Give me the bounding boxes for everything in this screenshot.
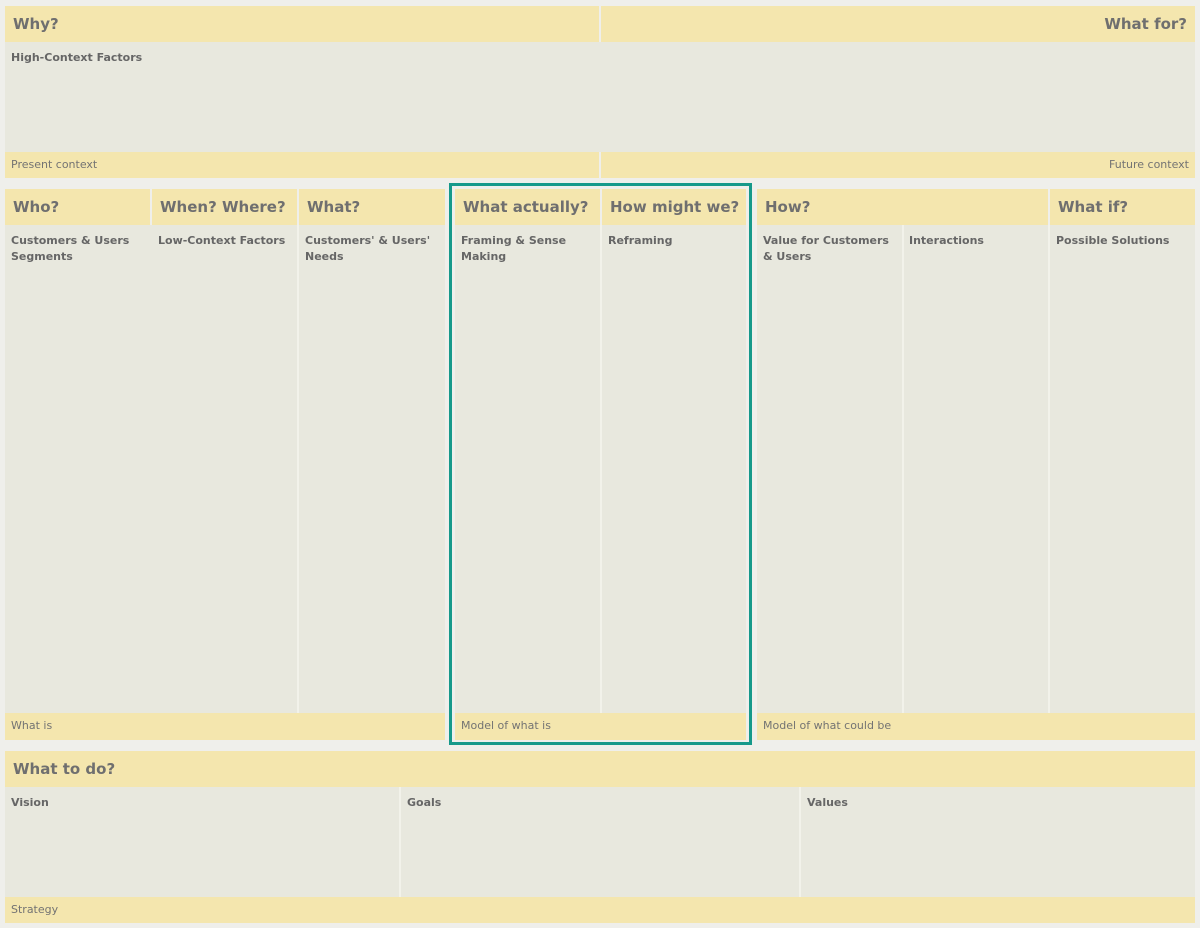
top-footer-left: Present context xyxy=(5,152,599,178)
divider xyxy=(799,787,801,897)
highlight-frame xyxy=(449,183,752,745)
customers-users-segments-label: Customers & Users Segments xyxy=(11,234,130,263)
column-header-what-if: What if? xyxy=(1050,189,1195,225)
goals-label: Goals xyxy=(407,796,442,809)
possible-solutions-label: Possible Solutions xyxy=(1056,234,1170,247)
model-of-what-could-be-footer: Model of what could be xyxy=(757,713,1195,740)
column-header-what: What? xyxy=(299,189,445,225)
what-to-do-title: What to do? xyxy=(13,760,116,778)
what-is-label: What is xyxy=(11,719,53,732)
bottom-header: What to do? xyxy=(5,751,1195,787)
top-footer-right: Future context xyxy=(601,152,1195,178)
divider xyxy=(902,225,904,713)
divider xyxy=(399,787,401,897)
divider xyxy=(297,225,299,713)
values-label: Values xyxy=(807,796,848,809)
high-context-area: High-Context Factors xyxy=(5,42,1195,152)
low-context-factors-label: Low-Context Factors xyxy=(158,234,286,247)
how-title: How? xyxy=(765,198,811,216)
column-header-when-where: When? Where? xyxy=(152,189,297,225)
column-header-how: How? xyxy=(757,189,1048,225)
high-context-label: High-Context Factors xyxy=(11,51,143,64)
model-of-what-could-be-body: Value for Customers & Users Interactions… xyxy=(757,225,1195,713)
value-for-customers-users-label: Value for Customers & Users xyxy=(763,234,889,263)
top-header-right: What for? xyxy=(601,6,1195,42)
strategy-footer: Strategy xyxy=(5,897,1195,923)
vision-label: Vision xyxy=(11,796,49,809)
strategy-body: Vision Goals Values xyxy=(5,787,1195,897)
present-context-label: Present context xyxy=(11,158,98,171)
strategy-label: Strategy xyxy=(11,903,59,916)
customers-users-needs-label: Customers' & Users' Needs xyxy=(305,234,431,263)
interactions-label: Interactions xyxy=(909,234,984,247)
why-title: Why? xyxy=(13,15,59,33)
what-title: What? xyxy=(307,198,361,216)
column-header-who: Who? xyxy=(5,189,150,225)
model-of-what-could-be-label: Model of what could be xyxy=(763,719,892,732)
what-is-footer: What is xyxy=(5,713,445,740)
when-where-title: When? Where? xyxy=(160,198,286,216)
top-header-left: Why? xyxy=(5,6,599,42)
what-is-body: Customers & Users Segments Low-Context F… xyxy=(5,225,445,713)
who-title: Who? xyxy=(13,198,60,216)
what-if-title: What if? xyxy=(1058,198,1129,216)
what-for-title: What for? xyxy=(1104,15,1187,33)
divider xyxy=(1048,225,1050,713)
future-context-label: Future context xyxy=(1109,158,1189,171)
